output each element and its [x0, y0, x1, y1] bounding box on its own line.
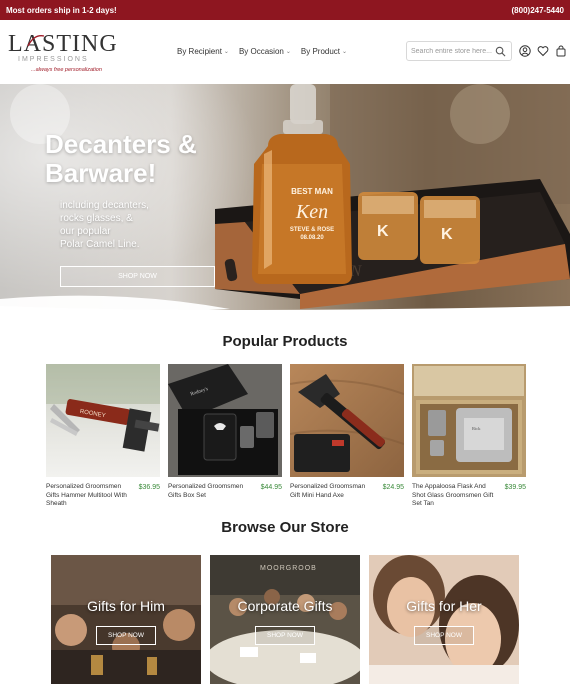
product-price: $44.95 — [260, 484, 282, 491]
category-title: Corporate Gifts — [237, 598, 333, 614]
chevron-down-icon: ⌄ — [342, 49, 348, 55]
category-shop-now-button[interactable]: SHOP NOW — [414, 626, 474, 645]
nav-label: By Occasion — [238, 47, 284, 56]
product-name[interactable]: The Appaloosa Flask And Shot Glass Groom… — [412, 483, 496, 509]
product-price: $24.95 — [382, 484, 404, 491]
category-image-women — [369, 555, 519, 684]
hero-title-line: Decanters & — [45, 129, 197, 159]
nav-by-occasion[interactable]: By Occasion ⌄ — [239, 47, 291, 56]
category-gifts-for-him[interactable]: Gifts for Him SHOP NOW — [51, 555, 201, 684]
browse-categories: Gifts for Him SHOP NOW MOORGROOB Corpora… — [51, 555, 521, 684]
product-card[interactable]: Rick The Appaloosa Flask And Shot Glass … — [412, 364, 526, 507]
top-announcement-bar: Most orders ship in 1-2 days! (800)247-5… — [0, 0, 570, 20]
product-card[interactable]: ROONEY Personalized Groomsmen Gifts Hamm… — [46, 364, 160, 507]
category-gifts-for-her[interactable]: Gifts for Her SHOP NOW — [369, 555, 519, 684]
hand-axe-image — [290, 374, 404, 472]
product-card[interactable]: Rodney's Personalized Groomsmen Gifts Bo… — [168, 364, 282, 499]
nav-by-recipient[interactable]: By Recipient ⌄ — [177, 47, 229, 56]
category-title: Gifts for Him — [87, 598, 165, 614]
popular-products-title: Popular Products — [222, 333, 348, 350]
brand-name: LASTING — [8, 31, 118, 57]
category-title: Gifts for Her — [406, 598, 482, 614]
hero-title-line: Barware! — [45, 158, 157, 188]
logo-swoosh-icon — [27, 35, 45, 47]
brand-tagline: ...always free personalization — [31, 67, 102, 73]
hero-text-line: our popular — [60, 226, 111, 237]
popular-products-grid: ROONEY Personalized Groomsmen Gifts Hamm… — [46, 364, 526, 514]
decanter-engraving-title: BEST MAN — [291, 187, 333, 196]
site-header: LASTING IMPRESSIONS ...always free perso… — [0, 20, 570, 84]
category-corporate-gifts[interactable]: MOORGROOB Corporate Gifts SHOP NOW — [210, 555, 360, 684]
brand-sub: IMPRESSIONS — [18, 56, 89, 63]
hero-text-line: rocks glasses, & — [60, 213, 133, 224]
product-name[interactable]: Personalized Groomsman Gift Mini Hand Ax… — [290, 483, 374, 500]
hero-text-line: including decanters, — [60, 200, 149, 211]
product-name[interactable]: Personalized Groomsmen Gifts Box Set — [168, 483, 252, 500]
product-image[interactable]: ROONEY — [46, 364, 160, 477]
nav-by-product[interactable]: By Product ⌄ — [301, 47, 347, 56]
hero-description: including decanters, rocks glasses, & ou… — [60, 199, 180, 251]
glass-engraving-letter: K — [377, 223, 389, 240]
phone-number[interactable]: (800)247-5440 — [512, 6, 564, 15]
product-image[interactable] — [290, 364, 404, 477]
wishlist-heart-icon[interactable] — [537, 45, 549, 57]
groomsmen-box-set-image: Rodney's — [168, 364, 278, 475]
search-box — [406, 41, 512, 61]
hero-text-line: Polar Camel Line. — [60, 239, 140, 250]
main-nav: By Recipient ⌄ By Occasion ⌄ By Product … — [177, 47, 347, 56]
hero-banner: KEN BEST MAN Ken STEVE & ROSE 08.08.20 K… — [0, 84, 570, 320]
product-card[interactable]: Personalized Groomsman Gift Mini Hand Ax… — [290, 364, 404, 499]
category-image-men — [51, 555, 201, 684]
category-image-corporate: MOORGROOB — [210, 555, 360, 684]
account-icon[interactable] — [519, 45, 531, 57]
glass-engraving-letter: K — [441, 226, 453, 243]
shipping-notice: Most orders ship in 1-2 days! — [6, 5, 117, 15]
decanter-engraving-name: Ken — [295, 201, 329, 223]
product-price: $36.95 — [138, 484, 160, 491]
category-shop-now-button[interactable]: SHOP NOW — [96, 626, 156, 645]
search-input[interactable] — [411, 47, 495, 55]
nav-label: By Recipient — [177, 47, 222, 56]
decanter-engraving-date: 08.08.20 — [300, 235, 324, 241]
brand-logo[interactable]: LASTING IMPRESSIONS ...always free perso… — [8, 32, 118, 80]
product-name[interactable]: Personalized Groomsmen Gifts Hammer Mult… — [46, 483, 130, 509]
chevron-down-icon: ⌄ — [223, 49, 229, 55]
cart-bag-icon[interactable] — [555, 45, 567, 57]
product-price: $39.95 — [504, 484, 526, 491]
flask-gift-set-image: Rick — [414, 366, 524, 474]
nav-label: By Product — [300, 47, 341, 56]
hammer-multitool-image: ROONEY — [46, 364, 160, 452]
svg-text:Rick: Rick — [472, 426, 481, 431]
decanter-engraving-couple: STEVE & ROSE — [289, 227, 335, 233]
category-shop-now-button[interactable]: SHOP NOW — [255, 626, 315, 645]
product-image[interactable]: Rodney's — [168, 364, 282, 477]
search-icon[interactable] — [495, 46, 506, 57]
browse-store-title: Browse Our Store — [221, 519, 349, 536]
chevron-down-icon: ⌄ — [285, 49, 291, 55]
product-image[interactable]: Rick — [412, 364, 526, 477]
svg-text:MOORGROOB: MOORGROOB — [260, 565, 317, 572]
hero-title: Decanters & Barware! — [45, 130, 197, 188]
hero-shop-now-button[interactable]: SHOP NOW — [60, 266, 215, 287]
